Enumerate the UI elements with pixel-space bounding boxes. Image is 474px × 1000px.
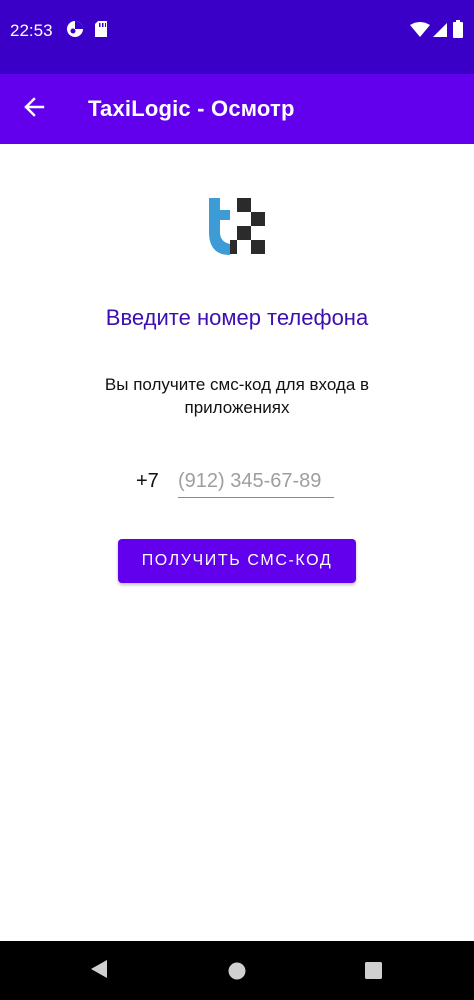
status-time: 22:53 bbox=[10, 21, 53, 40]
phone-input[interactable] bbox=[178, 466, 334, 498]
back-button[interactable] bbox=[14, 89, 54, 129]
wifi-icon bbox=[410, 22, 430, 43]
home-circle-icon[interactable] bbox=[228, 962, 246, 985]
navigation-bar bbox=[0, 941, 474, 1000]
taxilogic-logo bbox=[207, 198, 267, 261]
arrow-left-icon bbox=[23, 96, 45, 123]
get-sms-code-button[interactable]: ПОЛУЧИТЬ СМС-КОД bbox=[118, 539, 356, 583]
app-notification-icon bbox=[66, 20, 84, 43]
country-code: +7 bbox=[136, 470, 159, 492]
app-bar: TaxiLogic - Осмотр bbox=[0, 74, 474, 144]
recents-square-icon[interactable] bbox=[365, 962, 382, 984]
page-heading: Введите номер телефона bbox=[105, 305, 369, 330]
back-triangle-icon[interactable] bbox=[90, 959, 108, 984]
instruction-text: Вы получите смс-код для входа в приложен… bbox=[104, 375, 370, 417]
app-title: TaxiLogic - Осмотр bbox=[88, 96, 295, 121]
sd-card-icon bbox=[94, 20, 108, 43]
status-bar: 22:53 bbox=[0, 0, 474, 74]
cellular-signal-icon bbox=[432, 22, 448, 43]
battery-icon bbox=[453, 20, 463, 43]
